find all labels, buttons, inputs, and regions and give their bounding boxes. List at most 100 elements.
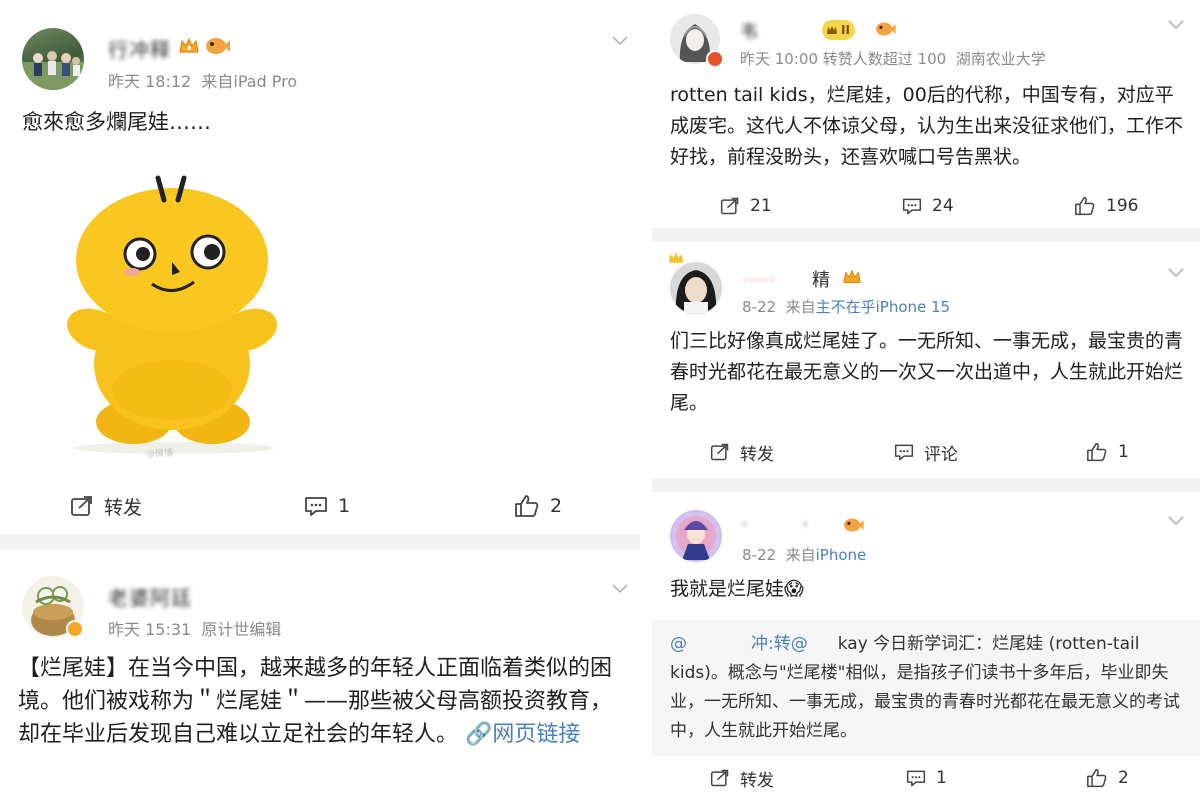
like-button[interactable]: 2 (514, 486, 562, 526)
comment-icon (902, 198, 922, 215)
repost-quote-text: @ 冲:转@ kay 今日新学词汇：烂尾娃 (rotten-tail kids)。概… (670, 630, 1182, 746)
avatar[interactable] (670, 510, 722, 562)
repost-icon (720, 197, 739, 215)
post-source: 原计世编辑 (201, 620, 282, 639)
crown-icon (668, 252, 684, 263)
post-divider (652, 478, 1200, 492)
repost-button[interactable]: 21 (720, 186, 772, 226)
action-bar: 转发 评论 1 (652, 432, 1200, 472)
link-icon: 🔗 (465, 722, 493, 747)
avatar[interactable] (670, 262, 722, 314)
right-screenshot: 韦 II 昨天 10:00 转赞人数超过 100 湖南农业大学 rotten t… (652, 0, 1200, 800)
post-school: 湖南农业大学 (955, 50, 1046, 68)
like-count: 196 (1106, 196, 1139, 216)
repost-icon (710, 769, 729, 787)
chevron-down-icon[interactable] (612, 36, 628, 46)
level-badge: II (822, 20, 855, 40)
yellow-plush-image (66, 175, 278, 454)
action-bar: 转发 1 2 (652, 758, 1200, 798)
like-button[interactable]: 1 (1086, 432, 1129, 472)
crown-icon (843, 269, 861, 283)
left-screenshot: 行冲释 昨天 18:12 来自iPad Pro 愈來愈多爛尾娃…… @微博 转发… (0, 0, 640, 800)
post-source[interactable]: iPhone (816, 546, 867, 564)
web-link[interactable]: 🔗网页链接 (465, 722, 580, 747)
repost-icon (710, 443, 729, 461)
action-bar: 21 24 196 (652, 186, 1200, 226)
chevron-down-icon[interactable] (1168, 20, 1184, 30)
post-meta: 昨天 15:31 原计世编辑 (108, 616, 281, 640)
weibo-post: · · 8-22 来自iPhone 我就是烂尾娃😱 @ 冲:转@ kay 今日新学词… (652, 492, 1200, 800)
post-text: rotten tail kids，烂尾娃，00后的代称，中国专有，对应平成废宅。… (670, 84, 1184, 168)
verified-badge-icon (66, 620, 84, 638)
post-time: 昨天 15:31 (108, 620, 192, 639)
post-meta: 8-22 来自iPhone (742, 544, 866, 565)
comment-button[interactable]: 1 (304, 486, 350, 526)
crown-icon (179, 37, 199, 53)
repost-count: 21 (750, 196, 772, 216)
comment-icon (305, 497, 327, 516)
weibo-post: 韦 II 昨天 10:00 转赞人数超过 100 湖南农业大学 rotten t… (652, 0, 1200, 228)
fish-badge-icon (876, 22, 896, 36)
post-meta: 8-22 来自主不在乎iPhone 15 (742, 296, 950, 317)
post-source: 来自iPad Pro (201, 72, 298, 91)
username[interactable]: · · (742, 514, 809, 535)
post-image[interactable]: @微博 (22, 158, 326, 462)
repost-quote[interactable]: @ 冲:转@ kay 今日新学词汇：烂尾娃 (rotten-tail kids)。概… (652, 620, 1200, 756)
username-visible: 精 (812, 270, 831, 291)
repost-label: 转发 (104, 496, 143, 519)
comment-icon (894, 444, 914, 461)
mention-link[interactable]: 冲:转@ (751, 634, 808, 654)
fish-badge-icon (844, 518, 864, 532)
comment-button[interactable]: 评论 (894, 432, 958, 472)
weibo-post: 老婆阿廷 昨天 15:31 原计世编辑 【烂尾娃】在当今中国，越来越多的年轻人正… (0, 550, 640, 800)
post-divider (0, 534, 640, 550)
like-button[interactable]: 2 (1086, 758, 1129, 798)
post-text: 愈來愈多爛尾娃…… (22, 110, 211, 134)
post-text: 们三比好像真成烂尾娃了。一无所知、一事无成，最宝贵的青春时光都花在最无意义的一次… (670, 330, 1184, 414)
comment-button[interactable]: 1 (906, 758, 947, 798)
comment-count: 1 (936, 768, 947, 788)
username[interactable]: 老婆阿廷 (108, 582, 192, 611)
avatar[interactable] (22, 28, 84, 90)
web-link-label: 网页链接 (492, 722, 581, 747)
comment-label: 评论 (924, 444, 958, 465)
post-text: 我就是烂尾娃😱 (670, 578, 804, 600)
thumbs-up-icon (1075, 196, 1095, 216)
repost-label: 转发 (740, 770, 774, 791)
comment-count: 1 (338, 495, 351, 517)
chevron-down-icon[interactable] (1168, 268, 1184, 278)
post-time: 昨天 10:00 (740, 50, 818, 68)
repost-label: 转发 (740, 444, 774, 465)
thumbs-up-icon (515, 495, 539, 517)
mention-link[interactable]: @ (670, 634, 687, 654)
post-meta: 昨天 10:00 转赞人数超过 100 湖南农业大学 (740, 48, 1046, 69)
thumbs-up-icon (1087, 768, 1107, 788)
comment-count: 24 (932, 196, 954, 216)
action-bar: 转发 1 2 (0, 486, 640, 526)
weibo-post: ····· 精 8-22 来自主不在乎iPhone 15 们三比好像真成烂尾娃了。… (652, 242, 1200, 478)
fish-badge-icon (206, 38, 230, 54)
repost-button[interactable]: 转发 (710, 432, 774, 472)
thumbs-up-icon (1087, 442, 1107, 462)
comment-icon (906, 770, 926, 787)
chevron-down-icon[interactable] (1168, 516, 1184, 526)
like-button[interactable]: 196 (1074, 186, 1138, 226)
post-source-prefix: 来自 (785, 546, 816, 564)
image-watermark: @微博 (146, 449, 174, 459)
column-gap (640, 0, 652, 800)
post-source[interactable]: 主不在乎iPhone 15 (816, 298, 951, 316)
post-time: 8-22 (742, 546, 777, 564)
username[interactable]: 行冲释 (108, 34, 171, 63)
post-time: 8-22 (742, 298, 777, 316)
repost-button[interactable]: 转发 (710, 758, 774, 798)
like-count: 1 (1118, 442, 1129, 462)
username[interactable]: ····· 精 (742, 266, 831, 292)
level-badge-text: II (841, 23, 850, 37)
chevron-down-icon[interactable] (612, 584, 628, 594)
username[interactable]: 韦 (740, 18, 759, 44)
weibo-post: 行冲释 昨天 18:12 来自iPad Pro 愈來愈多爛尾娃…… @微博 转发… (0, 0, 640, 534)
verified-badge-icon (706, 50, 724, 68)
comment-button[interactable]: 24 (902, 186, 954, 226)
repost-button[interactable]: 转发 (70, 486, 142, 526)
like-count: 2 (1118, 768, 1129, 788)
